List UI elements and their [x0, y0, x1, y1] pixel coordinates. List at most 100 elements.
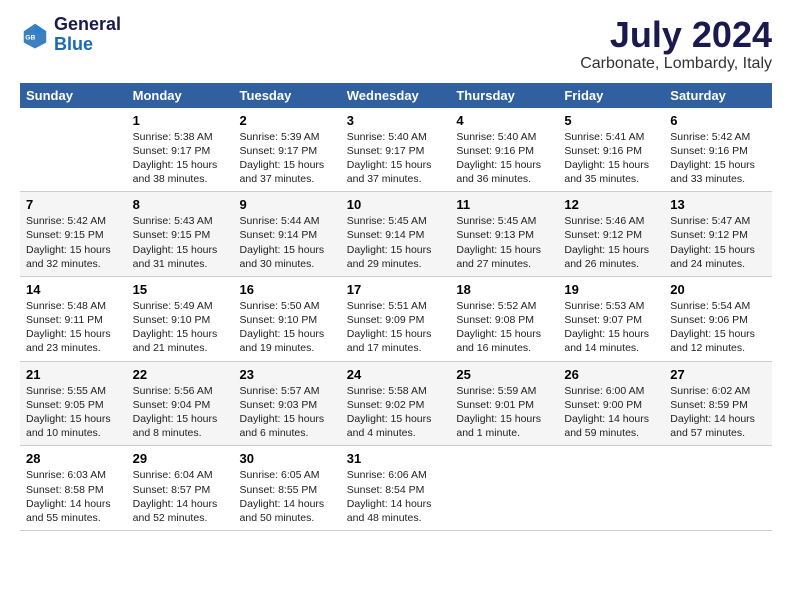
header-row: SundayMondayTuesdayWednesdayThursdayFrid… — [20, 83, 772, 108]
calendar-cell: 7Sunrise: 5:42 AM Sunset: 9:15 PM Daylig… — [20, 192, 127, 277]
calendar-cell: 3 Sunrise: 5:40 AM Sunset: 9:17 PM Daylig… — [341, 108, 451, 192]
day-number: 8 — [133, 197, 228, 212]
cell-info: Sunrise: 5:42 AM Sunset: 9:15 PM Dayligh… — [26, 214, 121, 271]
cell-info: Sunrise: 6:05 AM Sunset: 8:55 PM Dayligh… — [240, 468, 335, 525]
col-header-sunday: Sunday — [20, 83, 127, 108]
calendar-cell: 2 Sunrise: 5:39 AM Sunset: 9:17 PM Daylig… — [234, 108, 341, 192]
calendar-cell: 25Sunrise: 5:59 AM Sunset: 9:01 PM Dayli… — [450, 361, 558, 446]
cell-info: Sunrise: 5:45 AM Sunset: 9:14 PM Dayligh… — [347, 214, 445, 271]
col-header-saturday: Saturday — [664, 83, 772, 108]
day-number: 19 — [564, 282, 658, 297]
calendar-cell: 10 Sunrise: 5:45 AM Sunset: 9:14 PM Dayli… — [341, 192, 451, 277]
cell-info: Sunrise: 5:48 AM Sunset: 9:11 PM Dayligh… — [26, 299, 121, 356]
cell-info: Sunrise: 5:40 AM Sunset: 9:16 PM Dayligh… — [456, 130, 552, 187]
day-number: 15 — [133, 282, 228, 297]
calendar-cell: 20Sunrise: 5:54 AM Sunset: 9:06 PM Dayli… — [664, 276, 772, 361]
cell-info: Sunrise: 5:57 AM Sunset: 9:03 PM Dayligh… — [240, 384, 335, 441]
calendar-cell — [450, 446, 558, 531]
calendar-cell: 14 Sunrise: 5:48 AM Sunset: 9:11 PM Dayli… — [20, 276, 127, 361]
calendar-cell: 30 Sunrise: 6:05 AM Sunset: 8:55 PM Dayli… — [234, 446, 341, 531]
calendar-cell: 9 Sunrise: 5:44 AM Sunset: 9:14 PM Daylig… — [234, 192, 341, 277]
cell-info: Sunrise: 6:06 AM Sunset: 8:54 PM Dayligh… — [347, 468, 445, 525]
calendar-cell — [664, 446, 772, 531]
day-number: 6 — [670, 113, 766, 128]
cell-info: Sunrise: 6:04 AM Sunset: 8:57 PM Dayligh… — [133, 468, 228, 525]
calendar-cell: 15 Sunrise: 5:49 AM Sunset: 9:10 PM Dayli… — [127, 276, 234, 361]
cell-info: Sunrise: 5:39 AM Sunset: 9:17 PM Dayligh… — [240, 130, 335, 187]
calendar-cell: 4Sunrise: 5:40 AM Sunset: 9:16 PM Daylig… — [450, 108, 558, 192]
day-number: 11 — [456, 197, 552, 212]
cell-info: Sunrise: 6:00 AM Sunset: 9:00 PM Dayligh… — [564, 384, 658, 441]
calendar-week-3: 14 Sunrise: 5:48 AM Sunset: 9:11 PM Dayli… — [20, 276, 772, 361]
calendar-cell: 12 Sunrise: 5:46 AM Sunset: 9:12 PM Dayli… — [558, 192, 664, 277]
col-header-thursday: Thursday — [450, 83, 558, 108]
day-number: 30 — [240, 451, 335, 466]
day-number: 24 — [347, 367, 445, 382]
calendar-cell: 22 Sunrise: 5:56 AM Sunset: 9:04 PM Dayli… — [127, 361, 234, 446]
day-number: 20 — [670, 282, 766, 297]
cell-info: Sunrise: 5:43 AM Sunset: 9:15 PM Dayligh… — [133, 214, 228, 271]
cell-info: Sunrise: 5:52 AM Sunset: 9:08 PM Dayligh… — [456, 299, 552, 356]
cell-info: Sunrise: 5:49 AM Sunset: 9:10 PM Dayligh… — [133, 299, 228, 356]
day-number: 16 — [240, 282, 335, 297]
col-header-tuesday: Tuesday — [234, 83, 341, 108]
calendar-cell: 16 Sunrise: 5:50 AM Sunset: 9:10 PM Dayli… — [234, 276, 341, 361]
cell-info: Sunrise: 6:03 AM Sunset: 8:58 PM Dayligh… — [26, 468, 121, 525]
day-number: 29 — [133, 451, 228, 466]
calendar-cell: 6 Sunrise: 5:42 AM Sunset: 9:16 PM Daylig… — [664, 108, 772, 192]
calendar-cell: 26Sunrise: 6:00 AM Sunset: 9:00 PM Dayli… — [558, 361, 664, 446]
page-container: GB General Blue July 2024 Carbonate, Lom… — [0, 0, 792, 541]
day-number: 2 — [240, 113, 335, 128]
calendar-cell: 8 Sunrise: 5:43 AM Sunset: 9:15 PM Daylig… — [127, 192, 234, 277]
cell-info: Sunrise: 5:51 AM Sunset: 9:09 PM Dayligh… — [347, 299, 445, 356]
cell-info: Sunrise: 5:53 AM Sunset: 9:07 PM Dayligh… — [564, 299, 658, 356]
calendar-cell: 28 Sunrise: 6:03 AM Sunset: 8:58 PM Dayli… — [20, 446, 127, 531]
calendar-cell: 19 Sunrise: 5:53 AM Sunset: 9:07 PM Dayli… — [558, 276, 664, 361]
calendar-cell: 18 Sunrise: 5:52 AM Sunset: 9:08 PM Dayli… — [450, 276, 558, 361]
day-number: 3 — [347, 113, 445, 128]
calendar-table: SundayMondayTuesdayWednesdayThursdayFrid… — [20, 83, 772, 531]
day-number: 14 — [26, 282, 121, 297]
day-number: 9 — [240, 197, 335, 212]
day-number: 22 — [133, 367, 228, 382]
calendar-cell — [558, 446, 664, 531]
cell-info: Sunrise: 5:44 AM Sunset: 9:14 PM Dayligh… — [240, 214, 335, 271]
cell-info: Sunrise: 5:40 AM Sunset: 9:17 PM Dayligh… — [347, 130, 445, 187]
calendar-cell: 13 Sunrise: 5:47 AM Sunset: 9:12 PM Dayli… — [664, 192, 772, 277]
title-block: July 2024 Carbonate, Lombardy, Italy — [580, 15, 772, 73]
month-title: July 2024 — [580, 15, 772, 55]
day-number: 28 — [26, 451, 121, 466]
logo-text: General Blue — [54, 15, 121, 55]
calendar-cell: 11Sunrise: 5:45 AM Sunset: 9:13 PM Dayli… — [450, 192, 558, 277]
calendar-cell: 5 Sunrise: 5:41 AM Sunset: 9:16 PM Daylig… — [558, 108, 664, 192]
logo: GB General Blue — [20, 15, 121, 55]
cell-info: Sunrise: 5:42 AM Sunset: 9:16 PM Dayligh… — [670, 130, 766, 187]
calendar-week-1: 1Sunrise: 5:38 AM Sunset: 9:17 PM Daylig… — [20, 108, 772, 192]
cell-info: Sunrise: 5:58 AM Sunset: 9:02 PM Dayligh… — [347, 384, 445, 441]
day-number: 18 — [456, 282, 552, 297]
calendar-cell: 29 Sunrise: 6:04 AM Sunset: 8:57 PM Dayli… — [127, 446, 234, 531]
location: Carbonate, Lombardy, Italy — [580, 55, 772, 73]
day-number: 10 — [347, 197, 445, 212]
cell-info: Sunrise: 6:02 AM Sunset: 8:59 PM Dayligh… — [670, 384, 766, 441]
calendar-cell: 21 Sunrise: 5:55 AM Sunset: 9:05 PM Dayli… — [20, 361, 127, 446]
cell-info: Sunrise: 5:41 AM Sunset: 9:16 PM Dayligh… — [564, 130, 658, 187]
day-number: 5 — [564, 113, 658, 128]
col-header-monday: Monday — [127, 83, 234, 108]
day-number: 17 — [347, 282, 445, 297]
day-number: 31 — [347, 451, 445, 466]
day-number: 21 — [26, 367, 121, 382]
calendar-week-2: 7Sunrise: 5:42 AM Sunset: 9:15 PM Daylig… — [20, 192, 772, 277]
day-number: 12 — [564, 197, 658, 212]
day-number: 13 — [670, 197, 766, 212]
col-header-wednesday: Wednesday — [341, 83, 451, 108]
cell-info: Sunrise: 5:46 AM Sunset: 9:12 PM Dayligh… — [564, 214, 658, 271]
calendar-week-4: 21 Sunrise: 5:55 AM Sunset: 9:05 PM Dayli… — [20, 361, 772, 446]
cell-info: Sunrise: 5:50 AM Sunset: 9:10 PM Dayligh… — [240, 299, 335, 356]
cell-info: Sunrise: 5:55 AM Sunset: 9:05 PM Dayligh… — [26, 384, 121, 441]
calendar-cell: 31 Sunrise: 6:06 AM Sunset: 8:54 PM Dayli… — [341, 446, 451, 531]
cell-info: Sunrise: 5:59 AM Sunset: 9:01 PM Dayligh… — [456, 384, 552, 441]
calendar-cell: 17 Sunrise: 5:51 AM Sunset: 9:09 PM Dayli… — [341, 276, 451, 361]
cell-info: Sunrise: 5:47 AM Sunset: 9:12 PM Dayligh… — [670, 214, 766, 271]
cell-info: Sunrise: 5:56 AM Sunset: 9:04 PM Dayligh… — [133, 384, 228, 441]
